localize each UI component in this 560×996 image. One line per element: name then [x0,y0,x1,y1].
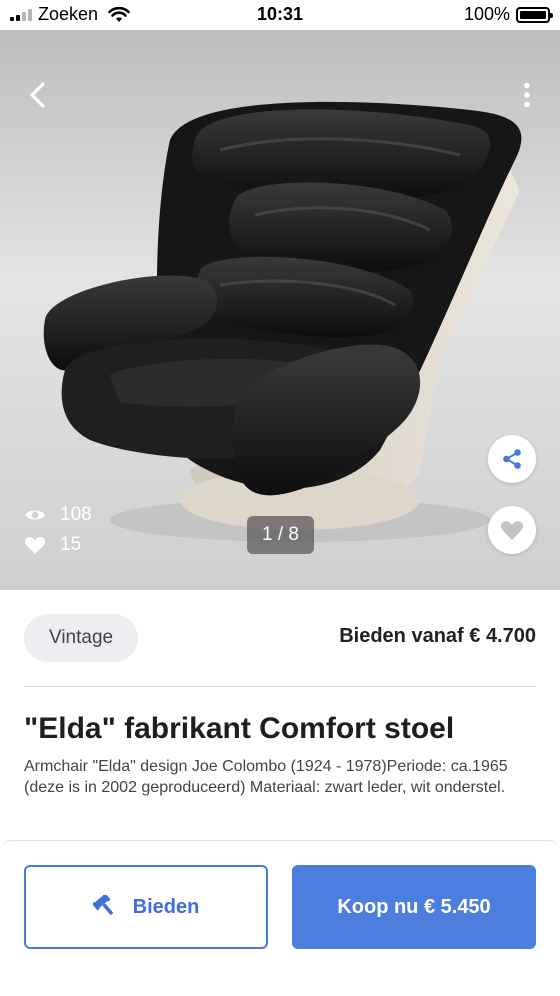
eye-icon [25,510,45,520]
battery-icon [516,6,553,23]
views-value: 108 [60,504,92,525]
views-count: 108 [24,500,92,530]
status-right: 100% [463,4,553,25]
likes-count: 15 [24,530,92,560]
buy-now-button[interactable]: Koop nu € 5.450 [292,865,536,949]
bid-button-label: Bieden [132,895,200,918]
favorite-button[interactable] [488,506,536,554]
image-pager: 1 / 8 [247,516,314,554]
category-tag[interactable]: Vintage [24,614,139,662]
more-vertical-icon [524,82,530,108]
product-image-gallery[interactable]: 108 15 1 / 8 [0,30,560,590]
share-icon [503,449,521,469]
back-button[interactable] [20,78,54,112]
chevron-left-icon [30,82,45,108]
divider [24,686,536,687]
product-title: "Elda" fabrikant Comfort stoel [24,712,455,745]
heart-icon [501,521,523,540]
status-bar: Zoeken 10:31 100% [0,0,560,30]
more-options-button[interactable] [514,78,540,112]
buy-now-label: Koop nu € 5.450 [337,895,491,918]
gavel-icon [92,895,113,915]
likes-value: 15 [60,534,82,555]
image-stats: 108 15 [24,500,92,560]
action-bar: Bieden Koop nu € 5.450 [0,840,560,996]
bid-from-price: Bieden vanaf € 4.700 [339,625,536,647]
share-button[interactable] [488,435,536,483]
battery-percentage: 100% [463,4,510,24]
heart-icon [24,537,46,554]
bid-button[interactable]: Bieden [24,865,268,949]
product-description: Armchair "Elda" design Joe Colombo (1924… [24,758,508,796]
